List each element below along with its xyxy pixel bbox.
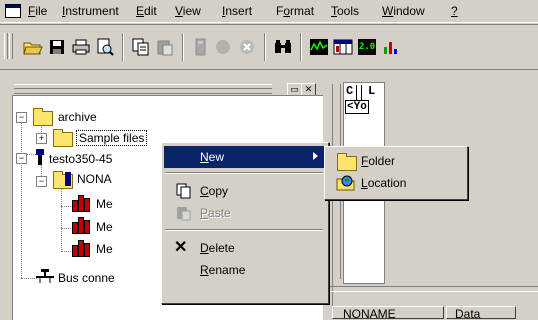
pane-drag-handle[interactable] [14, 84, 272, 94]
delete-icon: ✕ [174, 239, 188, 256]
measurement-icon [71, 217, 90, 234]
tree-node-measurement[interactable]: Me [96, 242, 113, 256]
tree-collapse-toggle[interactable]: − [36, 176, 47, 187]
tree-line [61, 206, 71, 207]
tree-node-measurement[interactable]: Me [96, 197, 113, 211]
toolbar-separator [300, 33, 302, 61]
table-icon[interactable] [332, 36, 354, 58]
menu-file[interactable]: File [28, 4, 47, 18]
menu-edit[interactable]: Edit [136, 4, 157, 18]
stop-icon[interactable] [236, 36, 258, 58]
toolbar-separator [264, 33, 266, 61]
context-item-copy[interactable]: Copy [164, 180, 324, 202]
menu-insert[interactable]: Insert [222, 4, 252, 18]
app-icon[interactable] [5, 4, 21, 18]
bar-chart-icon[interactable] [380, 36, 402, 58]
context-menu: New Copy Paste ✕ Delete Rename [161, 142, 329, 304]
open-folder-icon[interactable] [22, 36, 44, 58]
submenu-arrow-icon [313, 152, 318, 160]
tree-line [61, 228, 71, 229]
record-icon[interactable] [212, 36, 234, 58]
menu-instrument[interactable]: Instrument [62, 4, 119, 18]
copy-icon [176, 183, 192, 202]
pane-divider [330, 291, 538, 292]
toolbar-grip[interactable] [4, 33, 8, 59]
toolbar-separator [122, 33, 124, 61]
measurement-icon [71, 195, 90, 212]
digital-display-icon[interactable]: 2.0 [356, 36, 378, 58]
menu-view[interactable]: View [175, 4, 201, 18]
column-header-noname[interactable]: NONAME [332, 306, 444, 319]
cell-divider [356, 85, 357, 101]
new-submenu: Folder Location [324, 146, 468, 200]
tree-collapse-toggle[interactable]: − [16, 153, 27, 164]
tree-node-bus[interactable]: Bus conne [58, 271, 115, 285]
column-header-data[interactable]: Data [446, 306, 516, 319]
tree-line [61, 184, 62, 252]
location-icon [336, 174, 356, 194]
paste-icon [176, 205, 192, 224]
instrument-badge-icon [65, 172, 71, 186]
menu-tools[interactable]: Tools [331, 4, 359, 18]
menu-window[interactable]: Window [382, 4, 425, 18]
graph-icon[interactable] [308, 36, 330, 58]
print-preview-icon[interactable] [94, 36, 116, 58]
tree-node-instrument[interactable]: testo350-45 [49, 152, 112, 166]
tree-node-archive[interactable]: archive [58, 110, 97, 124]
folder-icon [53, 129, 73, 147]
context-item-delete[interactable]: ✕ Delete [164, 237, 324, 259]
menu-separator [165, 172, 323, 174]
toolbar-separator [182, 33, 184, 61]
bus-icon [35, 268, 55, 289]
tree-collapse-toggle[interactable]: − [16, 112, 27, 123]
copy-icon[interactable] [130, 36, 152, 58]
menu-separator [165, 229, 323, 231]
menu-bar: File Instrument Edit View Insert Format … [0, 0, 538, 23]
context-item-new[interactable]: New [164, 146, 324, 168]
tree-node-noname[interactable]: NONA [77, 172, 112, 186]
print-icon[interactable] [70, 36, 92, 58]
context-item-rename[interactable]: Rename [164, 259, 324, 281]
toolbar-grip[interactable] [9, 33, 13, 59]
folder-icon [33, 108, 53, 126]
pane-divider [330, 286, 538, 287]
folder-icon [337, 153, 357, 171]
pane-border [332, 84, 333, 319]
paste-icon[interactable] [154, 36, 176, 58]
measurement-icon [71, 240, 90, 257]
submenu-item-folder[interactable]: Folder [327, 150, 463, 172]
cell-divider [361, 85, 362, 101]
find-icon[interactable] [272, 36, 294, 58]
cell-yo: <Yo [345, 100, 369, 114]
tree-line [21, 118, 22, 278]
tree-line [61, 251, 71, 252]
instrument-icon [35, 148, 44, 165]
display-label: 2.0 [358, 39, 376, 55]
column-header-row: NONAME Data [330, 306, 538, 319]
save-icon[interactable] [46, 36, 68, 58]
cell-c: C [346, 84, 354, 98]
tree-node-sample-files[interactable]: Sample files [76, 130, 148, 146]
pane-drag-handle-line [14, 88, 272, 89]
cell-l: L [368, 84, 376, 98]
menu-format[interactable]: Format [276, 4, 314, 18]
menu-help[interactable]: ? [451, 4, 458, 18]
context-item-paste[interactable]: Paste [164, 202, 324, 224]
device-icon[interactable] [190, 36, 212, 58]
tree-expand-toggle[interactable]: + [36, 133, 47, 144]
toolbar: 2.0 [0, 24, 538, 70]
tree-node-measurement[interactable]: Me [96, 220, 113, 234]
submenu-item-location[interactable]: Location [327, 172, 463, 194]
